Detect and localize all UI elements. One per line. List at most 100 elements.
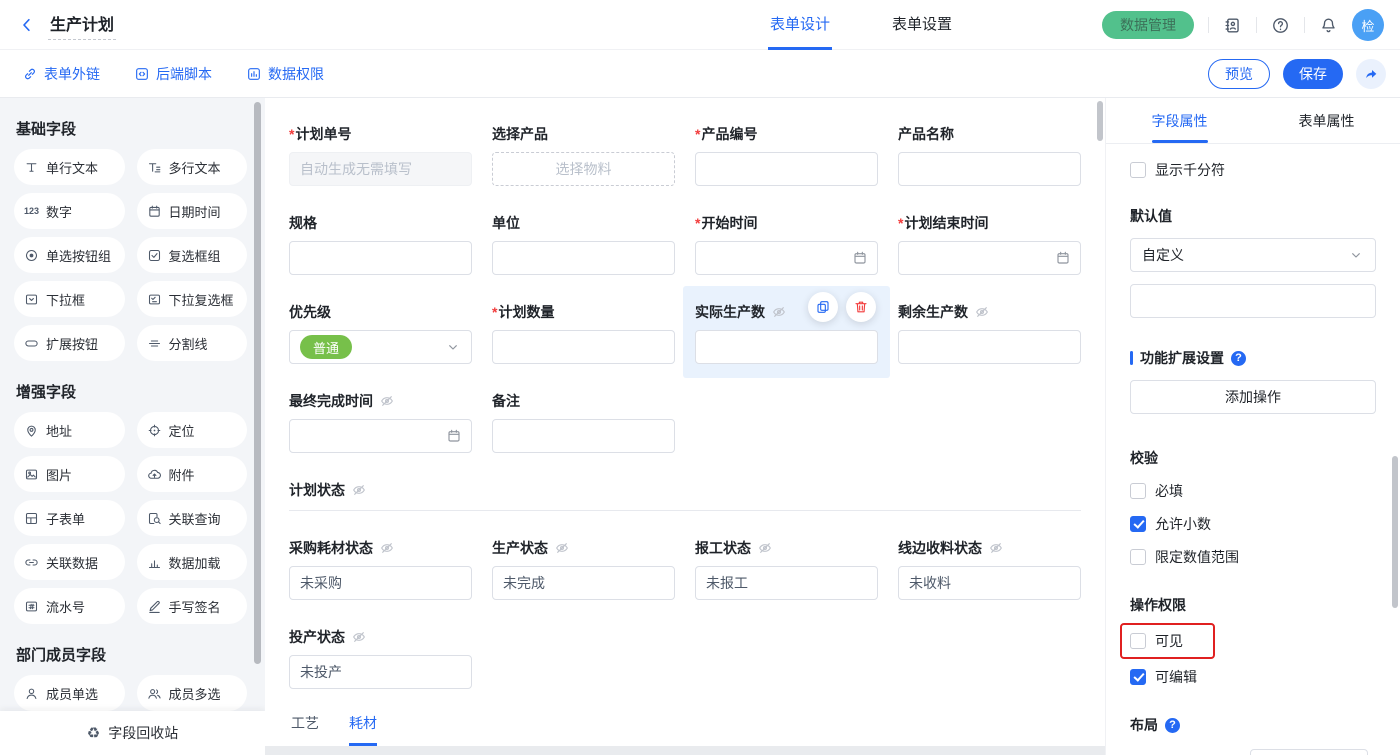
field-item-serial-number[interactable]: 流水号 xyxy=(14,588,125,624)
field-remark[interactable]: 备注 xyxy=(492,391,675,453)
start-time-input[interactable] xyxy=(695,241,878,275)
remark-input[interactable] xyxy=(492,419,675,453)
preview-button[interactable]: 预览 xyxy=(1208,59,1270,89)
report-status-input[interactable]: 未报工 xyxy=(695,566,878,600)
launch-status-input[interactable]: 未投产 xyxy=(289,655,472,689)
field-select-product[interactable]: 选择产品 选择物料 xyxy=(492,124,675,186)
allow-decimal-checkbox[interactable]: 允许小数 xyxy=(1130,514,1376,534)
notification-bell-icon[interactable] xyxy=(1319,16,1338,35)
field-product-name[interactable]: 产品名称 xyxy=(898,124,1081,186)
field-item-single-line-text[interactable]: 单行文本 xyxy=(14,149,125,185)
field-item-locate[interactable]: 定位 xyxy=(137,412,248,448)
field-receive-status[interactable]: 线边收料状态 未收料 xyxy=(898,538,1081,600)
add-action-button[interactable]: 添加操作 xyxy=(1130,380,1376,414)
checkbox-checked[interactable] xyxy=(1130,516,1146,532)
copy-field-button[interactable] xyxy=(808,292,838,322)
receive-status-input[interactable]: 未收料 xyxy=(898,566,1081,600)
backend-script-link[interactable]: 后端脚本 xyxy=(134,64,212,84)
field-item-member-multi[interactable]: 成员多选 xyxy=(137,675,248,711)
field-item-member-single[interactable]: 成员单选 xyxy=(14,675,125,711)
sidebar-scrollbar[interactable] xyxy=(254,102,261,664)
data-manage-button[interactable]: 数据管理 xyxy=(1102,11,1194,39)
help-question-icon[interactable] xyxy=(1231,351,1246,366)
tab-field-properties[interactable]: 字段属性 xyxy=(1106,98,1253,143)
spec-input[interactable] xyxy=(289,241,472,275)
field-item-datetime[interactable]: 日期时间 xyxy=(137,193,248,229)
field-recycle-bin[interactable]: ♻ 字段回收站 xyxy=(0,711,265,755)
help-question-icon[interactable] xyxy=(1165,718,1180,733)
thousand-separator-checkbox[interactable]: 显示千分符 xyxy=(1130,160,1376,180)
production-status-input[interactable]: 未完成 xyxy=(492,566,675,600)
visible-checkbox[interactable]: 可见 xyxy=(1130,631,1183,651)
limit-range-checkbox[interactable]: 限定数值范围 xyxy=(1130,547,1376,567)
checkbox-checked[interactable] xyxy=(1130,669,1146,685)
unit-input[interactable] xyxy=(492,241,675,275)
tab-form-settings[interactable]: 表单设置 xyxy=(890,0,954,50)
field-item-multi-line-text[interactable]: 多行文本 xyxy=(137,149,248,185)
back-button[interactable] xyxy=(18,16,36,34)
field-item-signature[interactable]: 手写签名 xyxy=(137,588,248,624)
final-time-input[interactable] xyxy=(289,419,472,453)
form-external-link[interactable]: 表单外链 xyxy=(22,64,100,84)
field-item-number[interactable]: 123数字 xyxy=(14,193,125,229)
field-start-time[interactable]: 开始时间 xyxy=(695,213,878,275)
save-button[interactable]: 保存 xyxy=(1283,59,1343,89)
delete-field-button[interactable] xyxy=(846,292,876,322)
remain-qty-input[interactable] xyxy=(898,330,1081,364)
checkbox-unchecked[interactable] xyxy=(1130,162,1146,178)
product-name-input[interactable] xyxy=(898,152,1081,186)
field-item-attachment[interactable]: 附件 xyxy=(137,456,248,492)
panel-scrollbar[interactable] xyxy=(1392,456,1398,608)
plan-no-input[interactable]: 自动生成无需填写 xyxy=(289,152,472,186)
field-plan-end-time[interactable]: 计划结束时间 xyxy=(898,213,1081,275)
avatar[interactable]: 检 xyxy=(1352,9,1384,41)
field-production-status[interactable]: 生产状态 未完成 xyxy=(492,538,675,600)
field-actual-qty-selected[interactable]: 实际生产数 xyxy=(695,302,878,364)
field-item-subform[interactable]: 子表单 xyxy=(14,500,125,536)
field-item-divider[interactable]: 分割线 xyxy=(137,325,248,361)
product-no-input[interactable] xyxy=(695,152,878,186)
actual-qty-input[interactable] xyxy=(695,330,878,364)
plan-qty-input[interactable] xyxy=(492,330,675,364)
default-value-select[interactable]: 自定义 xyxy=(1130,238,1376,272)
field-product-no[interactable]: 产品编号 xyxy=(695,124,878,186)
field-purchase-status[interactable]: 采购耗材状态 未采购 xyxy=(289,538,472,600)
tab-consumables[interactable]: 耗材 xyxy=(349,702,377,746)
field-item-checkbox-group[interactable]: 复选框组 xyxy=(137,237,248,273)
contacts-icon[interactable] xyxy=(1223,16,1242,35)
field-remain-qty[interactable]: 剩余生产数 xyxy=(898,302,1081,364)
tab-form-design[interactable]: 表单设计 xyxy=(768,0,832,50)
purchase-status-input[interactable]: 未采购 xyxy=(289,566,472,600)
field-item-multi-dropdown[interactable]: 下拉复选框 xyxy=(137,281,248,317)
field-item-image[interactable]: 图片 xyxy=(14,456,125,492)
field-item-linked-data[interactable]: 关联数据 xyxy=(14,544,125,580)
priority-select[interactable]: 普通 xyxy=(289,330,472,364)
field-plan-no[interactable]: 计划单号 自动生成无需填写 xyxy=(289,124,472,186)
required-checkbox[interactable]: 必填 xyxy=(1130,481,1376,501)
select-product-button[interactable]: 选择物料 xyxy=(492,152,675,186)
editable-checkbox[interactable]: 可编辑 xyxy=(1130,667,1376,687)
data-permission-link[interactable]: 数据权限 xyxy=(246,64,324,84)
checkbox-unchecked[interactable] xyxy=(1130,633,1146,649)
field-priority[interactable]: 优先级 普通 xyxy=(289,302,472,364)
field-item-radio-group[interactable]: 单选按钮组 xyxy=(14,237,125,273)
tab-form-properties[interactable]: 表单属性 xyxy=(1253,98,1400,143)
tab-process[interactable]: 工艺 xyxy=(291,702,319,746)
canvas-scrollbar[interactable] xyxy=(1097,101,1103,141)
field-final-time[interactable]: 最终完成时间 xyxy=(289,391,472,453)
field-item-dropdown[interactable]: 下拉框 xyxy=(14,281,125,317)
checkbox-unchecked[interactable] xyxy=(1130,549,1146,565)
checkbox-unchecked[interactable] xyxy=(1130,483,1146,499)
field-item-extend-button[interactable]: 扩展按钮 xyxy=(14,325,125,361)
field-unit[interactable]: 单位 xyxy=(492,213,675,275)
field-item-linked-query[interactable]: 关联查询 xyxy=(137,500,248,536)
help-icon[interactable] xyxy=(1271,16,1290,35)
field-item-data-load[interactable]: 数据加载 xyxy=(137,544,248,580)
field-width-select[interactable]: 1/4 xyxy=(1250,749,1368,755)
field-launch-status[interactable]: 投产状态 未投产 xyxy=(289,627,472,689)
plan-end-time-input[interactable] xyxy=(898,241,1081,275)
default-value-input[interactable] xyxy=(1130,284,1376,318)
field-item-address[interactable]: 地址 xyxy=(14,412,125,448)
share-button[interactable] xyxy=(1356,59,1386,89)
field-spec[interactable]: 规格 xyxy=(289,213,472,275)
